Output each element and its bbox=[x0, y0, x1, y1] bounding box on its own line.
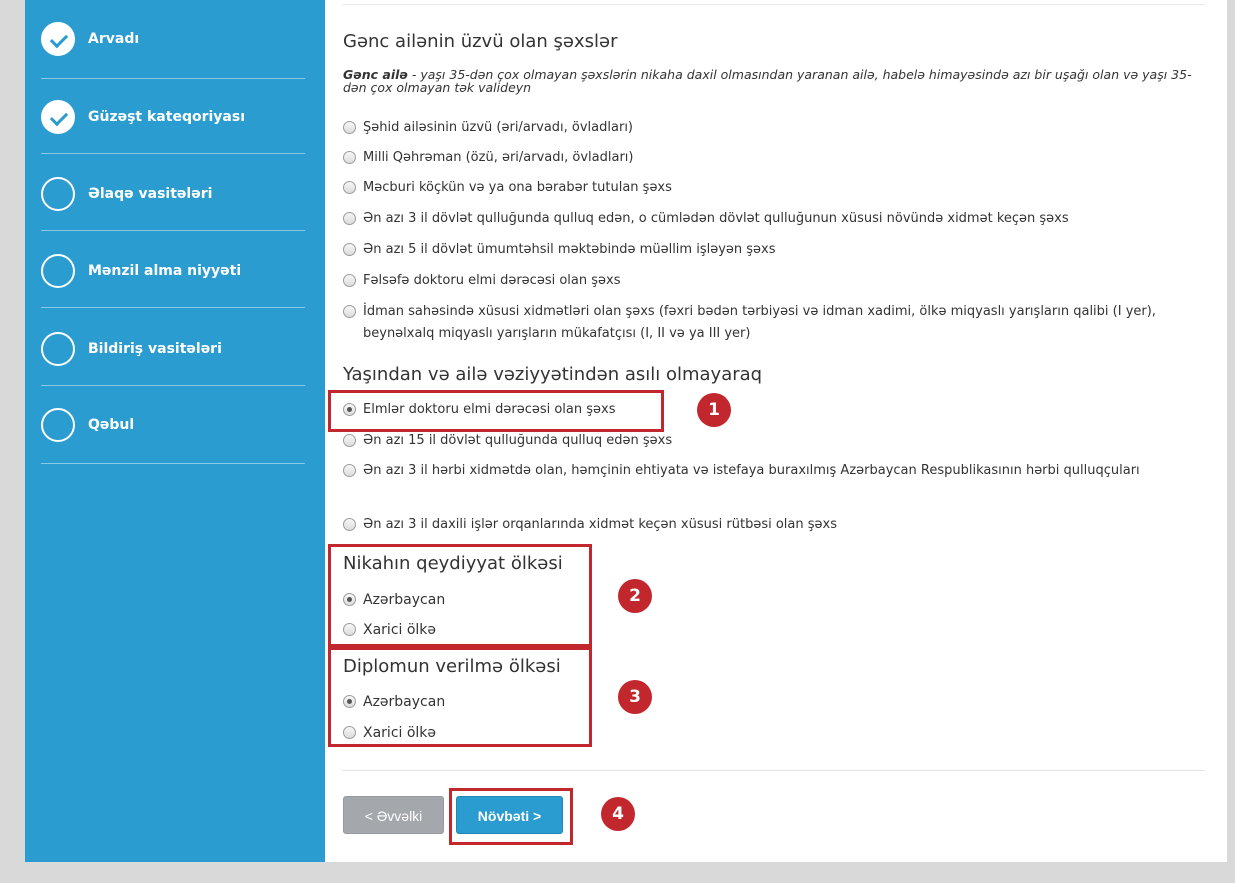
empty-circle-icon bbox=[41, 254, 75, 288]
sidebar-step-label: Güzəşt kateqoriyası bbox=[88, 109, 245, 125]
radio-label: Milli Qəhrəman (özü, əri/arvadı, övladla… bbox=[363, 150, 634, 165]
radio-button[interactable] bbox=[343, 434, 356, 447]
radio-option-martyr-family[interactable]: Şəhid ailəsinin üzvü (əri/arvadı, övladl… bbox=[343, 117, 1193, 139]
annotation-badge-4: 4 bbox=[601, 797, 635, 831]
empty-circle-icon bbox=[41, 408, 75, 442]
sidebar-step-label: Qəbul bbox=[88, 417, 135, 433]
young-family-heading: Gənc ailənin üzvü olan şəxslər bbox=[343, 31, 618, 52]
description-text: - yaşı 35-dən çox olmayan şəxslərin nika… bbox=[343, 67, 1192, 95]
highlight-box-2 bbox=[328, 544, 592, 647]
radio-option-phd[interactable]: Fəlsəfə doktoru elmi dərəcəsi olan şəxs bbox=[343, 270, 1193, 292]
divider bbox=[342, 770, 1205, 771]
highlight-box-4 bbox=[449, 788, 573, 845]
radio-button[interactable] bbox=[343, 181, 356, 194]
radio-option-national-hero[interactable]: Milli Qəhrəman (özü, əri/arvadı, övladla… bbox=[343, 147, 1193, 169]
radio-option-military-3y[interactable]: Ən azı 3 il hərbi xidmətdə olan, həmçini… bbox=[343, 460, 1193, 482]
independent-heading: Yaşından və ailə vəziyyətindən asılı olm… bbox=[343, 364, 763, 385]
empty-circle-icon bbox=[41, 332, 75, 366]
annotation-badge-1: 1 bbox=[697, 393, 731, 427]
radio-label: Şəhid ailəsinin üzvü (əri/arvadı, övladl… bbox=[363, 120, 633, 135]
radio-label: Məcburi köçkün və ya ona bərabər tutulan… bbox=[363, 180, 672, 195]
sidebar-step-acceptance[interactable]: Qəbul bbox=[41, 385, 305, 464]
radio-option-internal-affairs-3y[interactable]: Ən azı 3 il daxili işlər orqanlarında xi… bbox=[343, 514, 1193, 536]
young-family-description: Gənc ailə - yaşı 35-dən çox olmayan şəxs… bbox=[343, 68, 1203, 94]
radio-label: Ən azı 3 il hərbi xidmətdə olan, həmçini… bbox=[363, 463, 1140, 478]
sidebar-step-label: Əlaqə vasitələri bbox=[88, 186, 213, 202]
highlight-box-1 bbox=[328, 390, 664, 432]
sidebar-step-label: Arvadı bbox=[88, 31, 140, 47]
radio-label: Ən azı 3 il dövlət qulluğunda qulluq edə… bbox=[363, 211, 1069, 226]
radio-label: Ən azı 15 il dövlət qulluğunda qulluq ed… bbox=[363, 433, 673, 448]
radio-label: Fəlsəfə doktoru elmi dərəcəsi olan şəxs bbox=[363, 273, 621, 288]
radio-option-civil-service-15y[interactable]: Ən azı 15 il dövlət qulluğunda qulluq ed… bbox=[343, 430, 1193, 452]
radio-label: Ən azı 5 il dövlət ümumtəhsil məktəbində… bbox=[363, 242, 776, 257]
radio-label: İdman sahəsində xüsusi xidmətləri olan ş… bbox=[363, 304, 1156, 341]
annotation-badge-3: 3 bbox=[618, 680, 652, 714]
sidebar-step-label: Bildiriş vasitələri bbox=[88, 341, 222, 357]
sidebar-step-notification-means[interactable]: Bildiriş vasitələri bbox=[41, 307, 305, 386]
radio-button[interactable] bbox=[343, 274, 356, 287]
page-background-bottom bbox=[0, 862, 1235, 883]
page-background-left bbox=[0, 0, 25, 883]
annotation-badge-2: 2 bbox=[618, 579, 652, 613]
radio-button[interactable] bbox=[343, 518, 356, 531]
check-circle-icon bbox=[41, 22, 75, 56]
radio-option-idp[interactable]: Məcburi köçkün və ya ona bərabər tutulan… bbox=[343, 177, 1193, 199]
divider bbox=[342, 4, 1205, 5]
form-content: Gənc ailənin üzvü olan şəxslər Gənc ailə… bbox=[325, 0, 1227, 862]
page-background-right bbox=[1227, 0, 1235, 883]
sidebar-step-spouse[interactable]: Arvadı bbox=[41, 0, 305, 79]
sidebar-step-contact-means[interactable]: Əlaqə vasitələri bbox=[41, 152, 305, 231]
radio-option-civil-service-3y[interactable]: Ən azı 3 il dövlət qulluğunda qulluq edə… bbox=[343, 208, 1193, 230]
radio-button[interactable] bbox=[343, 243, 356, 256]
empty-circle-icon bbox=[41, 177, 75, 211]
previous-button[interactable]: < Əvvəlki bbox=[343, 796, 444, 834]
wizard-sidebar: Arvadı Güzəşt kateqoriyası Əlaqə vasitəl… bbox=[25, 0, 325, 862]
radio-button[interactable] bbox=[343, 305, 356, 318]
sidebar-step-privilege-category[interactable]: Güzəşt kateqoriyası bbox=[41, 75, 305, 154]
radio-button[interactable] bbox=[343, 151, 356, 164]
radio-button[interactable] bbox=[343, 464, 356, 477]
radio-option-sports-merit[interactable]: İdman sahəsində xüsusi xidmətləri olan ş… bbox=[343, 301, 1193, 345]
check-circle-icon bbox=[41, 100, 75, 134]
sidebar-step-label: Mənzil alma niyyəti bbox=[88, 263, 242, 279]
radio-label: Ən azı 3 il daxili işlər orqanlarında xi… bbox=[363, 517, 837, 532]
radio-option-teacher-5y[interactable]: Ən azı 5 il dövlət ümumtəhsil məktəbində… bbox=[343, 239, 1193, 261]
radio-button[interactable] bbox=[343, 212, 356, 225]
highlight-box-3 bbox=[328, 647, 592, 747]
radio-button[interactable] bbox=[343, 121, 356, 134]
sidebar-step-housing-intent[interactable]: Mənzil alma niyyəti bbox=[41, 229, 305, 308]
